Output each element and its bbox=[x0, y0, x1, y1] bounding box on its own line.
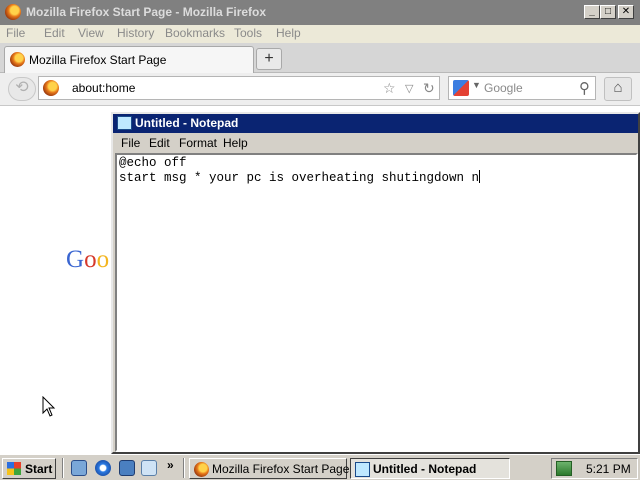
new-tab-button[interactable]: + bbox=[256, 48, 282, 70]
url-bar[interactable]: about:home ☆ ▽ ↻ bbox=[38, 76, 440, 100]
text-line-2: start msg * your pc is overheating shuti… bbox=[119, 171, 480, 185]
notepad-text-area[interactable]: @echo off start msg * your pc is overhea… bbox=[115, 153, 638, 452]
home-icon[interactable]: ⌂ bbox=[604, 77, 632, 101]
task-label: Mozilla Firefox Start Page -... bbox=[212, 462, 367, 476]
notepad-icon bbox=[117, 116, 132, 130]
taskbar: Start » Mozilla Firefox Start Page -... … bbox=[0, 454, 640, 480]
taskbar-separator bbox=[62, 458, 64, 478]
search-box[interactable]: ▼ Google ⚲ bbox=[448, 76, 596, 100]
tab-label: Mozilla Firefox Start Page bbox=[29, 53, 167, 67]
firefox-icon bbox=[5, 4, 21, 20]
firefox-title-bar[interactable]: Mozilla Firefox Start Page - Mozilla Fir… bbox=[0, 0, 640, 25]
url-text: about:home bbox=[72, 81, 136, 95]
notepad-menu-format[interactable]: Format bbox=[179, 136, 217, 150]
firefox-icon bbox=[43, 80, 59, 96]
menu-help[interactable]: Help bbox=[276, 26, 301, 40]
task-firefox[interactable]: Mozilla Firefox Start Page -... bbox=[189, 458, 367, 479]
firefox-icon bbox=[10, 52, 25, 67]
star-icon[interactable]: ☆ bbox=[383, 80, 396, 97]
text-line-1: @echo off bbox=[119, 156, 187, 170]
back-icon[interactable]: ⟲ bbox=[8, 77, 36, 101]
notepad-menu-help[interactable]: Help bbox=[223, 136, 248, 150]
notepad-icon bbox=[355, 462, 370, 477]
window-controls: _ □ ✕ bbox=[584, 5, 634, 19]
notepad-title: Untitled - Notepad bbox=[135, 116, 239, 130]
tab-strip: Mozilla Firefox Start Page + bbox=[0, 43, 640, 73]
network-status-icon[interactable] bbox=[556, 461, 572, 476]
notepad-menu-file[interactable]: File bbox=[121, 136, 140, 150]
clock[interactable]: 5:21 PM bbox=[586, 462, 631, 476]
notepad-menu-edit[interactable]: Edit bbox=[149, 136, 170, 150]
google-icon bbox=[453, 80, 469, 96]
notepad-window: Untitled - Notepad File Edit Format Help… bbox=[111, 112, 640, 454]
navigation-toolbar: ⟲ about:home ☆ ▽ ↻ ▼ Google ⚲ ⌂ bbox=[0, 73, 640, 105]
close-button[interactable]: ✕ bbox=[618, 5, 634, 19]
menu-history[interactable]: History bbox=[117, 26, 154, 40]
quick-launch-chevron[interactable]: » bbox=[167, 458, 174, 472]
menu-view[interactable]: View bbox=[78, 26, 104, 40]
firefox-menu-bar: File Edit View History Bookmarks Tools H… bbox=[0, 25, 640, 43]
minimize-button[interactable]: _ bbox=[584, 5, 600, 19]
firefox-window-title: Mozilla Firefox Start Page - Mozilla Fir… bbox=[26, 5, 267, 19]
text-caret bbox=[479, 170, 481, 183]
mouse-cursor-icon bbox=[42, 396, 56, 417]
task-notepad[interactable]: Untitled - Notepad bbox=[350, 458, 510, 479]
notepad-text: @echo off start msg * your pc is overhea… bbox=[119, 156, 481, 185]
search-placeholder: Google bbox=[484, 81, 523, 95]
windows-logo-icon bbox=[7, 462, 21, 475]
google-logo: Goo bbox=[66, 246, 110, 273]
task-label: Untitled - Notepad bbox=[373, 462, 477, 476]
menu-bookmarks[interactable]: Bookmarks bbox=[165, 26, 225, 40]
dropdown-icon[interactable]: ▼ bbox=[472, 80, 481, 90]
search-computer-icon[interactable] bbox=[141, 460, 157, 476]
menu-edit[interactable]: Edit bbox=[44, 26, 65, 40]
start-button[interactable]: Start bbox=[2, 458, 56, 479]
network-icon[interactable] bbox=[119, 460, 135, 476]
menu-tools[interactable]: Tools bbox=[234, 26, 262, 40]
dropdown-icon[interactable]: ▽ bbox=[405, 82, 413, 95]
reload-icon[interactable]: ↻ bbox=[423, 80, 435, 97]
menu-file[interactable]: File bbox=[6, 26, 25, 40]
firefox-icon bbox=[194, 462, 209, 477]
tab-firefox-start-page[interactable]: Mozilla Firefox Start Page bbox=[4, 46, 254, 73]
show-desktop-icon[interactable] bbox=[71, 460, 87, 476]
start-label: Start bbox=[25, 462, 53, 476]
notepad-title-bar[interactable]: Untitled - Notepad bbox=[113, 114, 638, 133]
notepad-menu-bar: File Edit Format Help bbox=[113, 133, 638, 153]
search-icon[interactable]: ⚲ bbox=[579, 79, 590, 97]
taskbar-separator bbox=[183, 458, 185, 478]
internet-explorer-icon[interactable] bbox=[95, 460, 111, 476]
system-tray: 5:21 PM bbox=[551, 458, 638, 479]
maximize-button[interactable]: □ bbox=[600, 5, 616, 19]
